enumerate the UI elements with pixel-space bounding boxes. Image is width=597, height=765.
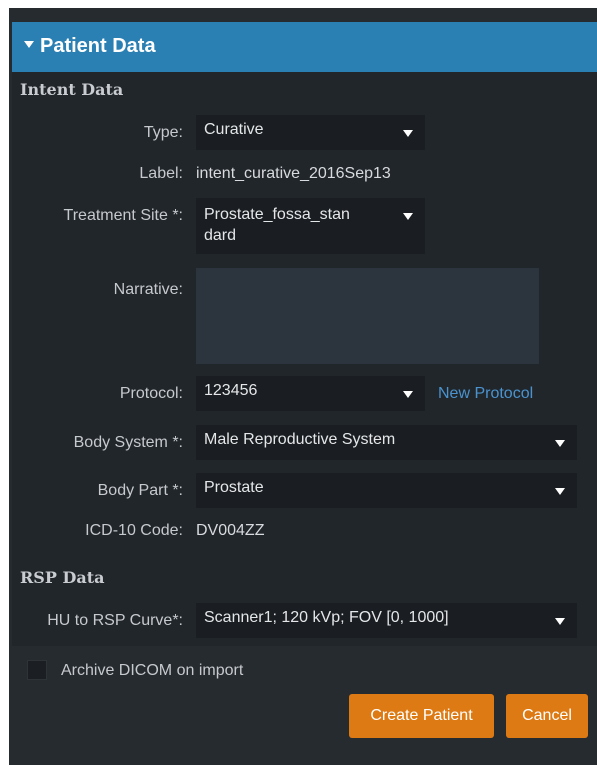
body-system-select-value: Male Reproductive System: [204, 431, 396, 448]
body-part-select-value: Prostate: [204, 479, 264, 496]
type-select-value: Curative: [204, 121, 264, 138]
narrative-label: Narrative:: [113, 281, 183, 298]
protocol-label: Protocol:: [119, 385, 183, 402]
cancel-button[interactable]: Cancel: [506, 694, 588, 738]
protocol-select-value: 123456: [204, 382, 258, 399]
panel-title: Patient Data: [40, 35, 156, 57]
intent-data-heading: Intent Data: [20, 80, 124, 99]
new-protocol-link[interactable]: New Protocol: [438, 385, 533, 403]
dropdown-arrow-icon: [403, 391, 413, 398]
archive-dicom-checkbox[interactable]: [27, 660, 47, 680]
hu-rsp-curve-select[interactable]: Scanner1; 120 kVp; FOV [0, 1000]: [196, 603, 577, 638]
panel-header[interactable]: Patient Data: [12, 22, 597, 73]
narrative-textarea[interactable]: [196, 268, 539, 364]
icd-code-value: DV004ZZ: [196, 522, 265, 539]
hu-rsp-curve-select-value: Scanner1; 120 kVp; FOV [0, 1000]: [204, 609, 449, 626]
dropdown-arrow-icon: [555, 488, 565, 495]
dropdown-arrow-icon: [403, 213, 413, 220]
protocol-select[interactable]: 123456: [196, 376, 425, 411]
treatment-site-select[interactable]: Prostate_fossa_stan dard: [196, 198, 425, 254]
archive-dicom-label[interactable]: Archive DICOM on import: [61, 662, 243, 680]
body-part-select[interactable]: Prostate: [196, 473, 577, 508]
patient-data-panel: Patient Data Intent Data Type: Curative …: [9, 8, 597, 765]
treatment-site-value-line1: Prostate_fossa_stan: [204, 206, 350, 223]
icd-code-label: ICD-10 Code:: [85, 522, 183, 539]
panel-content: Intent Data Type: Curative Label: intent…: [12, 72, 597, 646]
label-value: intent_curative_2016Sep13: [196, 165, 391, 182]
hu-rsp-curve-label: HU to RSP Curve*:: [47, 612, 183, 629]
create-patient-button[interactable]: Create Patient: [349, 694, 494, 738]
dropdown-arrow-icon: [403, 130, 413, 137]
treatment-site-value-line2: dard: [204, 227, 237, 244]
rsp-data-heading: RSP Data: [20, 568, 105, 587]
type-label: Type:: [143, 124, 183, 141]
collapse-caret-icon[interactable]: [24, 41, 34, 48]
type-select[interactable]: Curative: [196, 115, 425, 150]
dropdown-arrow-icon: [555, 618, 565, 625]
body-system-select[interactable]: Male Reproductive System: [196, 425, 577, 460]
label-label: Label:: [139, 165, 183, 182]
body-system-label: Body System *:: [73, 434, 183, 451]
dropdown-arrow-icon: [555, 440, 565, 447]
treatment-site-label: Treatment Site *:: [63, 207, 183, 224]
body-part-label: Body Part *:: [97, 482, 183, 499]
